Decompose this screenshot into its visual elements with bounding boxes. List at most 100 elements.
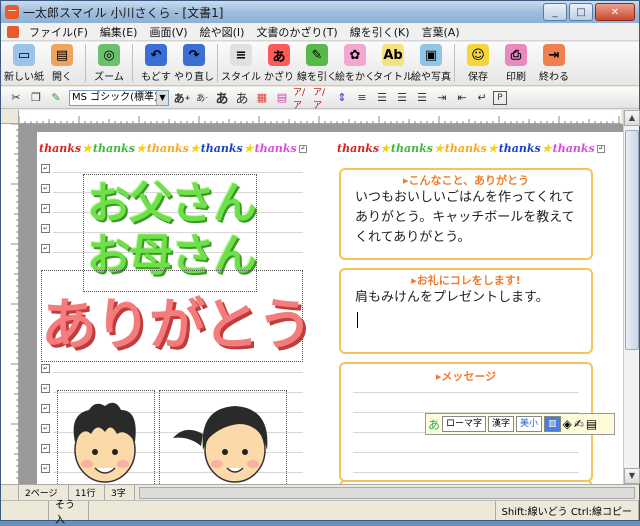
ime-kanji-button[interactable]: 漢字 — [488, 416, 515, 432]
menu-file[interactable]: ファイル(F) — [23, 24, 94, 40]
star-icon: ★ — [433, 142, 444, 155]
open-icon: ▤ — [51, 44, 73, 66]
line-spacing-icon[interactable]: ⇕ — [333, 89, 351, 107]
vertical-ruler[interactable] — [1, 123, 19, 484]
ime-icon[interactable]: あ — [428, 416, 440, 433]
card-body-text[interactable]: 肩もみけんをプレゼントします。 — [355, 288, 585, 308]
ime-toolbar[interactable]: あ ローマ字 漢字 美小 ▥ ◈ ✍ ▤ — [425, 413, 615, 435]
scroll-thumb[interactable] — [625, 130, 639, 350]
scroll-down-button[interactable]: ▼ — [624, 468, 640, 484]
card-title: ▸お礼にコレをします! — [411, 274, 521, 287]
card-thanks-for[interactable]: ▸こんなこと、ありがとう いつもおいしいごはんを作ってくれてありがとう。キャッチ… — [339, 168, 593, 260]
ime-romaji-button[interactable]: ローマ字 — [442, 416, 487, 432]
align-right-icon[interactable]: ☰ — [413, 89, 431, 107]
return-mark-icon: ↵ — [41, 164, 50, 173]
picture-icon: ▣ — [420, 44, 442, 66]
pen-icon[interactable]: ✎ — [47, 89, 65, 107]
thanks-word: thanks — [39, 142, 82, 155]
card-gift[interactable]: ▸お礼にコレをします! 肩もみけんをプレゼントします。 — [339, 268, 593, 354]
thanks-word: thanks — [92, 142, 135, 155]
style-button[interactable]: ≡ スタイル — [221, 42, 261, 84]
girl-face-picture — [173, 406, 268, 483]
card-title-text: お礼にコレをします! — [416, 274, 521, 287]
save-icon: ☺ — [467, 44, 489, 66]
title-bar[interactable]: 一 一太郎スマイル 小川さくら - [文書1] _ □ ✕ — [1, 1, 639, 23]
zoom-icon: ◎ — [98, 44, 120, 66]
exit-button[interactable]: ⇥ 終わる — [535, 42, 573, 84]
card-body-text[interactable]: いつもおいしいごはんを作ってくれてありがとう。キャッチボールを教えてくれてありが… — [355, 188, 585, 248]
zoom-button[interactable]: ◎ ズーム — [90, 42, 128, 84]
bold-icon[interactable]: あ — [213, 89, 231, 107]
ruler-ticks-vertical — [11, 123, 19, 479]
char-spacing-icon[interactable]: ア/ア — [293, 88, 311, 111]
title-icon: Ab — [382, 44, 404, 66]
font-size-up-icon[interactable]: あ + — [173, 89, 191, 107]
menu-words[interactable]: 言葉(A) — [416, 24, 466, 40]
draw-line-button[interactable]: ✎ 線を引く — [297, 42, 337, 84]
menu-draw-line[interactable]: 線を引く(K) — [344, 24, 416, 40]
highlight-icon[interactable]: ▤ — [273, 89, 291, 107]
thanks-word: thanks — [146, 142, 189, 155]
chevron-down-icon[interactable]: ▼ — [156, 90, 168, 105]
open-button[interactable]: ▤ 開く — [43, 42, 81, 84]
thanks-word: thanks — [444, 142, 487, 155]
save-button[interactable]: ☺ 保存 — [459, 42, 497, 84]
minimize-button[interactable]: _ — [543, 3, 567, 21]
print-button[interactable]: ⎙ 印刷 — [497, 42, 535, 84]
return-mark-icon: ↵ — [41, 464, 50, 473]
align-center-icon[interactable]: ☰ — [393, 89, 411, 107]
color-icon[interactable]: ▦ — [253, 89, 271, 107]
strike-icon[interactable]: ≡ — [353, 89, 371, 107]
copy-icon[interactable]: ❐ — [27, 89, 45, 107]
return-mark-icon: ↵ — [41, 184, 50, 193]
toolbar-separator — [132, 44, 133, 82]
toolbar-button-label: タイトル — [373, 72, 413, 83]
new-paper-button[interactable]: ▭ 新しい紙 — [4, 42, 44, 84]
paint-button[interactable]: ✿ 絵をかく — [335, 42, 375, 84]
scroll-up-button[interactable]: ▲ — [624, 110, 640, 126]
picture-button[interactable]: ▣ 絵や写真 — [411, 42, 451, 84]
main-toolbar: ▭ 新しい紙 ▤ 開く ◎ ズーム ↶ もどす ↷ やり直し ≡ スタイルあかざり ✎ 線を引く ✿ 絵をかく… — [1, 42, 639, 86]
return-mark-icon: ↵ — [41, 224, 50, 233]
horizontal-ruler[interactable] — [18, 110, 621, 124]
ime-extra-button[interactable]: 美小 — [516, 416, 543, 432]
menu-insert-picture[interactable]: 絵や図(I) — [194, 24, 251, 40]
ime-dictionary-icon[interactable]: ▥ — [544, 416, 561, 432]
ime-pen-icon[interactable]: ✍ — [574, 417, 584, 431]
undo-button[interactable]: ↶ もどす — [137, 42, 175, 84]
ruled-line — [353, 472, 579, 473]
indent-icon[interactable]: ⇥ — [433, 89, 451, 107]
ime-tool-icon[interactable]: ◈ — [563, 417, 572, 431]
vertical-scrollbar[interactable]: ▲ ▼ — [623, 110, 640, 484]
line-break-icon[interactable]: ↵ — [473, 89, 491, 107]
title-button[interactable]: Ab タイトル — [373, 42, 413, 84]
document-icon[interactable] — [7, 25, 19, 38]
cut-icon[interactable]: ✂ — [7, 89, 25, 107]
redo-button[interactable]: ↷ やり直し — [174, 42, 214, 84]
toolbar-button-label: やり直し — [174, 72, 214, 83]
status-spacer — [1, 485, 19, 500]
font-size-down-icon[interactable]: あ- — [193, 89, 211, 107]
redo-icon: ↷ — [183, 44, 205, 66]
align-left-icon[interactable]: ☰ — [373, 89, 391, 107]
ime-menu-icon[interactable]: ▤ — [586, 417, 597, 431]
paragraph-icon[interactable]: P — [493, 90, 507, 105]
horizontal-scrollbar[interactable] — [139, 486, 635, 499]
char-width-icon[interactable]: ア/ア — [313, 88, 331, 111]
menu-view[interactable]: 画面(V) — [143, 24, 193, 40]
toolbar-button-label: 印刷 — [506, 72, 526, 83]
draw-line-icon: ✎ — [306, 44, 328, 66]
maximize-button[interactable]: □ — [569, 3, 593, 21]
thanks-word: thanks — [498, 142, 541, 155]
font-select[interactable]: MS ゴシック(標準) ▼ — [69, 89, 169, 106]
toolbar-separator — [217, 44, 218, 82]
outline-icon[interactable]: あ — [233, 89, 251, 107]
menu-decoration[interactable]: 文書のかざり(T) — [250, 24, 343, 40]
star-icon: ★ — [135, 142, 146, 155]
toolbar-button-label: 新しい紙 — [4, 72, 44, 83]
outdent-icon[interactable]: ⇤ — [453, 89, 471, 107]
close-button[interactable]: ✕ — [595, 3, 635, 21]
decoration-button[interactable]: あかざり — [260, 42, 298, 84]
menu-edit[interactable]: 編集(E) — [94, 24, 144, 40]
toolbar-separator — [454, 44, 455, 82]
